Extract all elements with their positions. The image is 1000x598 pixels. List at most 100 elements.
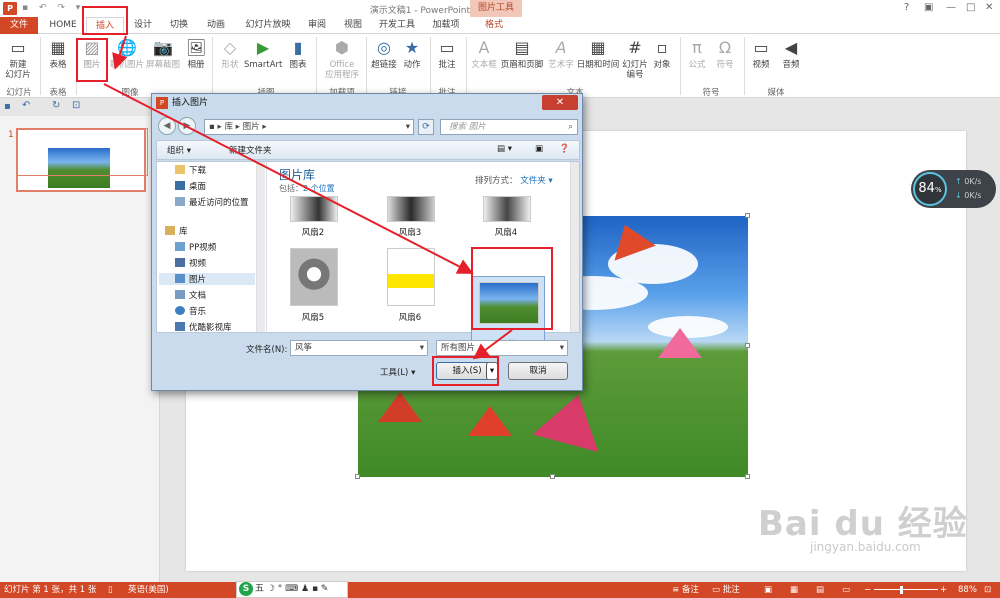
nav-music[interactable]: 音乐	[175, 305, 206, 317]
audio-button[interactable]: ◀ 音频	[778, 38, 804, 70]
screenshot-button[interactable]: 📷 屏幕截图	[146, 38, 180, 70]
breadcrumb-library[interactable]: 库	[224, 122, 233, 132]
file-thumbnail[interactable]	[387, 196, 435, 222]
network-speed-widget[interactable]: 84% ↑ 0K/s ↓ 0K/s	[911, 170, 996, 208]
nav-scrollbar[interactable]	[256, 162, 265, 332]
comments-button[interactable]: ▭ 批注	[712, 582, 740, 598]
file-type-dropdown-icon[interactable]: ▾	[560, 341, 564, 355]
tab-home[interactable]: HOME	[46, 17, 80, 34]
address-dropdown-icon[interactable]: ▾	[406, 120, 410, 134]
undo-icon[interactable]: ↶	[22, 100, 30, 111]
tab-design[interactable]: 设计	[128, 17, 158, 34]
tab-animations[interactable]: 动画	[200, 17, 232, 34]
file-label[interactable]: 风扇3	[375, 226, 445, 238]
textbox-button[interactable]: A 文本框	[470, 38, 498, 70]
reading-view-icon[interactable]: ▤	[816, 582, 824, 598]
minimize-button[interactable]: —	[946, 2, 956, 13]
refresh-icon[interactable]: ⟳	[418, 119, 434, 135]
file-thumbnail[interactable]	[290, 196, 338, 222]
resize-handle[interactable]	[745, 474, 750, 479]
organize-menu[interactable]: 组织 ▾	[167, 144, 191, 156]
picture-button[interactable]: ▨ 图片	[80, 38, 104, 70]
slideshow-view-icon[interactable]: ▭	[842, 582, 850, 598]
comment-button[interactable]: ▭ 批注	[434, 38, 460, 70]
ime-mode[interactable]: 五	[255, 584, 264, 594]
tab-transitions[interactable]: 切换	[163, 17, 195, 34]
file-thumbnail-kite[interactable]	[479, 282, 539, 324]
resize-handle[interactable]	[550, 474, 555, 479]
nav-ppvideo[interactable]: PP视频	[175, 241, 216, 253]
view-options-icon[interactable]: ▤ ▾	[497, 144, 512, 154]
address-bar[interactable]: ▪ ▸ 库 ▸ 图片 ▸ ▾	[204, 119, 414, 135]
slideshow-icon[interactable]: ⊡	[72, 100, 80, 111]
cancel-button[interactable]: 取消	[508, 362, 568, 380]
search-icon[interactable]: ⌕	[568, 120, 573, 134]
file-type-select[interactable]: 所有图片 ▾	[436, 340, 568, 356]
video-button[interactable]: ▭ 视频	[748, 38, 774, 70]
back-button[interactable]: ◀	[158, 117, 176, 135]
file-label[interactable]: 风扇5	[278, 311, 348, 323]
tab-file[interactable]: 文件	[0, 17, 38, 34]
zoom-level[interactable]: 88%	[958, 582, 977, 598]
nav-videos[interactable]: 视频	[175, 257, 206, 269]
language-status[interactable]: 英语(美国)	[128, 582, 169, 598]
symbol-button[interactable]: Ω 符号	[712, 38, 738, 70]
table-button[interactable]: ▦ 表格	[44, 38, 72, 70]
tab-insert[interactable]: 插入	[86, 17, 124, 34]
new-slide-button[interactable]: ▭ 新建 幻灯片	[2, 38, 34, 80]
close-button[interactable]: ✕	[985, 2, 993, 13]
nav-recent[interactable]: 最近访问的位置	[175, 196, 249, 208]
ribbon-display-icon[interactable]: ▣	[924, 2, 933, 13]
shapes-button[interactable]: ◇ 形状	[218, 38, 242, 70]
library-locations-link[interactable]: 2 个位置	[303, 184, 335, 193]
zoom-in-icon[interactable]: +	[940, 582, 947, 598]
help-button[interactable]: ?	[904, 2, 909, 13]
filename-dropdown-icon[interactable]: ▾	[420, 341, 424, 355]
header-footer-button[interactable]: ▤ 页眉和页脚	[500, 38, 544, 70]
resize-handle[interactable]	[745, 213, 750, 218]
files-scrollbar[interactable]	[570, 162, 579, 332]
chart-button[interactable]: ▮ 图表	[286, 38, 310, 70]
tab-developer[interactable]: 开发工具	[374, 17, 420, 34]
tab-slideshow[interactable]: 幻灯片放映	[238, 17, 298, 34]
new-folder-button[interactable]: 新建文件夹	[229, 144, 272, 156]
object-button[interactable]: ▫ 对象	[650, 38, 674, 70]
wordart-button[interactable]: A 艺术字	[546, 38, 576, 70]
maximize-button[interactable]: □	[966, 2, 975, 13]
zoom-slider-thumb[interactable]	[900, 586, 903, 594]
smartart-button[interactable]: ▶ SmartArt	[244, 38, 282, 70]
nav-libraries[interactable]: 库	[165, 225, 188, 237]
resize-handle[interactable]	[355, 474, 360, 479]
file-label[interactable]: 风扇2	[278, 226, 348, 238]
filename-input[interactable]: 风筝 ▾	[290, 340, 428, 356]
save-icon[interactable]: ▪	[4, 101, 11, 112]
online-picture-button[interactable]: 🌐 联机图片	[110, 38, 144, 70]
preview-pane-icon[interactable]: ▣	[535, 144, 543, 154]
nav-downloads[interactable]: 下载	[175, 164, 206, 176]
nav-desktop[interactable]: 桌面	[175, 180, 206, 192]
help-icon[interactable]: ❓	[559, 144, 570, 154]
zoom-out-icon[interactable]: −	[864, 582, 871, 598]
file-thumbnail[interactable]	[290, 248, 338, 306]
equation-button[interactable]: π 公式	[684, 38, 710, 70]
file-label[interactable]: 风扇4	[471, 226, 541, 238]
spellcheck-icon[interactable]: ▯	[108, 582, 113, 598]
tools-menu[interactable]: 工具(L) ▾	[380, 366, 415, 378]
sort-dropdown[interactable]: 文件夹 ▾	[520, 176, 552, 186]
action-button[interactable]: ★ 动作	[400, 38, 424, 70]
tab-review[interactable]: 审阅	[302, 17, 332, 34]
tab-addins[interactable]: 加载项	[426, 17, 466, 34]
slide-thumbnail[interactable]	[16, 128, 146, 192]
album-button[interactable]: 🖼 相册	[184, 38, 208, 70]
dialog-close-button[interactable]: ✕	[542, 95, 578, 110]
breadcrumb-pictures[interactable]: 图片	[243, 122, 260, 132]
notes-button[interactable]: ≡ 备注	[672, 582, 699, 598]
datetime-button[interactable]: ▦ 日期和时间	[576, 38, 620, 70]
file-thumbnail[interactable]	[483, 196, 531, 222]
forward-button[interactable]: ▶	[178, 117, 196, 135]
nav-pictures[interactable]: 图片	[159, 273, 255, 285]
nav-documents[interactable]: 文档	[175, 289, 206, 301]
file-label[interactable]: 风扇6	[375, 311, 445, 323]
nav-youku[interactable]: 优酷影视库	[175, 321, 232, 331]
office-apps-button[interactable]: ⬢ Office 应用程序	[320, 38, 364, 80]
